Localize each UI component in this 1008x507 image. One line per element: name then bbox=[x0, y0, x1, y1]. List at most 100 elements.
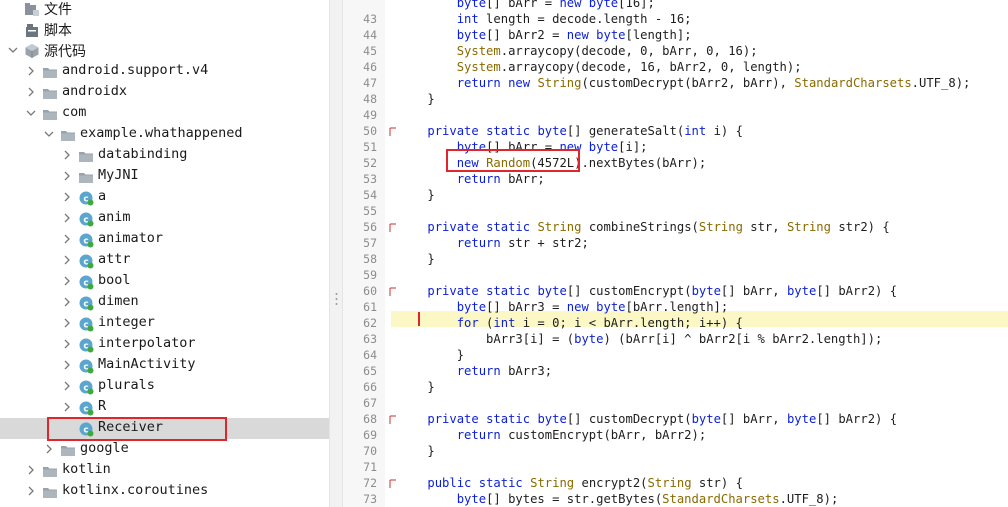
code-editor[interactable]: byte[] bArr = new byte[16]; 43 int length… bbox=[343, 0, 1008, 507]
tree-item-databinding[interactable]: databinding bbox=[0, 145, 329, 166]
line-number: 44 bbox=[363, 28, 377, 42]
chevron-down-icon[interactable] bbox=[44, 129, 54, 141]
tree-item-anim[interactable]: c anim bbox=[0, 208, 329, 229]
tree-item-label: 文件 bbox=[44, 2, 72, 18]
line-number: 64 bbox=[363, 348, 377, 362]
code-line: byte[] bArr = new byte[16]; bbox=[456, 0, 655, 10]
tree-item-receiver[interactable]: c Receiver bbox=[0, 418, 329, 439]
chevron-right-icon[interactable] bbox=[62, 381, 72, 393]
code-line: } bbox=[398, 92, 435, 106]
chevron-right-icon[interactable] bbox=[62, 171, 72, 183]
line-number: 67 bbox=[363, 396, 377, 410]
tree-item-a[interactable]: ca bbox=[0, 187, 329, 208]
code-line: private static byte[] customEncrypt(byte… bbox=[427, 284, 898, 298]
tree-item-android-support-v4[interactable]: android.support.v4 bbox=[0, 61, 329, 82]
code-line: public static String encrypt2(String str… bbox=[427, 476, 743, 490]
tree-item-r[interactable]: cR bbox=[0, 397, 329, 418]
code-line: return bArr; bbox=[456, 172, 545, 186]
tree-item-label: plurals bbox=[98, 377, 155, 393]
chevron-down-icon[interactable] bbox=[26, 108, 36, 120]
source-code-icon bbox=[24, 43, 40, 59]
fold-icon[interactable] bbox=[389, 413, 397, 428]
pane-splitter[interactable] bbox=[329, 0, 343, 507]
tree-item-mainactivity[interactable]: c MainActivity bbox=[0, 355, 329, 376]
tree-item-androidx[interactable]: androidx bbox=[0, 82, 329, 103]
package-icon bbox=[42, 64, 58, 80]
chevron-right-icon[interactable] bbox=[26, 465, 36, 477]
tree-item-myjni[interactable]: MyJNI bbox=[0, 166, 329, 187]
line-number: 61 bbox=[363, 300, 377, 314]
script-file-icon bbox=[24, 22, 40, 38]
code-line: byte[] bArr2 = new byte[length]; bbox=[456, 28, 692, 42]
splitter-grip-icon bbox=[335, 293, 338, 305]
class-icon: c bbox=[78, 316, 94, 332]
code-line: private static String combineStrings(Str… bbox=[427, 220, 890, 234]
line-number: 66 bbox=[363, 380, 377, 394]
tree-item-label: kotlin bbox=[62, 461, 111, 477]
tree-item-label: a bbox=[98, 188, 107, 204]
chevron-right-icon[interactable] bbox=[62, 213, 72, 225]
fold-icon[interactable] bbox=[389, 221, 397, 236]
chevron-right-icon[interactable] bbox=[62, 234, 72, 246]
chevron-right-icon[interactable] bbox=[26, 87, 36, 99]
tree-item-label: bool bbox=[98, 272, 131, 288]
tree-item-attr[interactable]: c attr bbox=[0, 250, 329, 271]
tree-item-com[interactable]: com bbox=[0, 103, 329, 124]
chevron-right-icon[interactable] bbox=[62, 402, 72, 414]
code-line: } bbox=[398, 252, 435, 266]
class-icon: c bbox=[78, 274, 94, 290]
tree-item-animator[interactable]: c animator bbox=[0, 229, 329, 250]
class-icon: c bbox=[78, 211, 94, 227]
tree-item-integer[interactable]: c integer bbox=[0, 313, 329, 334]
code-line: private static byte[] customDecrypt(byte… bbox=[427, 412, 898, 426]
package-icon bbox=[60, 442, 76, 458]
tree-item-文件[interactable]: 文件 bbox=[0, 0, 329, 19]
chevron-right-icon[interactable] bbox=[62, 192, 72, 204]
tree-item-kotlinx-coroutines[interactable]: kotlinx.coroutines bbox=[0, 481, 329, 502]
fold-icon[interactable] bbox=[389, 477, 397, 492]
chevron-right-icon[interactable] bbox=[62, 255, 72, 267]
class-icon: c bbox=[78, 400, 94, 416]
chevron-right-icon[interactable] bbox=[26, 486, 36, 498]
tree-item-label: interpolator bbox=[98, 335, 196, 351]
chevron-right-icon[interactable] bbox=[26, 66, 36, 78]
tree-item-kotlin[interactable]: kotlin bbox=[0, 460, 329, 481]
chevron-right-icon[interactable] bbox=[62, 150, 72, 162]
tree-item-label: MyJNI bbox=[98, 167, 139, 183]
tree-item-bool[interactable]: c bool bbox=[0, 271, 329, 292]
tree-item-dimen[interactable]: c dimen bbox=[0, 292, 329, 313]
code-line: byte[] bArr3 = new byte[bArr.length]; bbox=[456, 300, 729, 314]
tree-item-google[interactable]: google bbox=[0, 439, 329, 460]
tree-item-plurals[interactable]: c plurals bbox=[0, 376, 329, 397]
fold-icon[interactable] bbox=[389, 285, 397, 300]
fold-icon[interactable] bbox=[389, 125, 397, 140]
chevron-right-icon[interactable] bbox=[62, 339, 72, 351]
line-number: 49 bbox=[363, 108, 377, 122]
class-icon: c bbox=[78, 190, 94, 206]
code-line: return str + str2; bbox=[456, 236, 589, 250]
tree-item-源代码[interactable]: 源代码 bbox=[0, 40, 329, 61]
line-number: 73 bbox=[363, 492, 377, 506]
code-line: for (int i = 0; i < bArr.length; i++) { bbox=[456, 316, 743, 330]
chevron-down-icon[interactable] bbox=[8, 45, 18, 57]
chevron-right-icon[interactable] bbox=[62, 360, 72, 372]
line-number: 70 bbox=[363, 444, 377, 458]
line-number: 51 bbox=[363, 140, 377, 154]
package-icon bbox=[42, 463, 58, 479]
code-line: byte[] bytes = str.getBytes(StandardChar… bbox=[456, 492, 839, 506]
chevron-right-icon[interactable] bbox=[62, 297, 72, 309]
tree-item-interpolator[interactable]: c interpolator bbox=[0, 334, 329, 355]
line-number: 54 bbox=[363, 188, 377, 202]
code-line: bArr3[i] = (byte) (bArr[i] ^ bArr2[i % b… bbox=[398, 332, 883, 346]
chevron-right-icon[interactable] bbox=[62, 318, 72, 330]
tree-item-example-whathappened[interactable]: example.whathappened bbox=[0, 124, 329, 145]
tree-item-脚本[interactable]: 脚本 bbox=[0, 19, 329, 40]
tree-item-label: integer bbox=[98, 314, 155, 330]
chevron-right-icon[interactable] bbox=[62, 276, 72, 288]
chevron-right-icon[interactable] bbox=[44, 444, 54, 456]
line-number: 63 bbox=[363, 332, 377, 346]
class-icon: c bbox=[78, 379, 94, 395]
line-number: 58 bbox=[363, 252, 377, 266]
class-icon: c bbox=[78, 421, 94, 437]
package-icon bbox=[60, 127, 76, 143]
